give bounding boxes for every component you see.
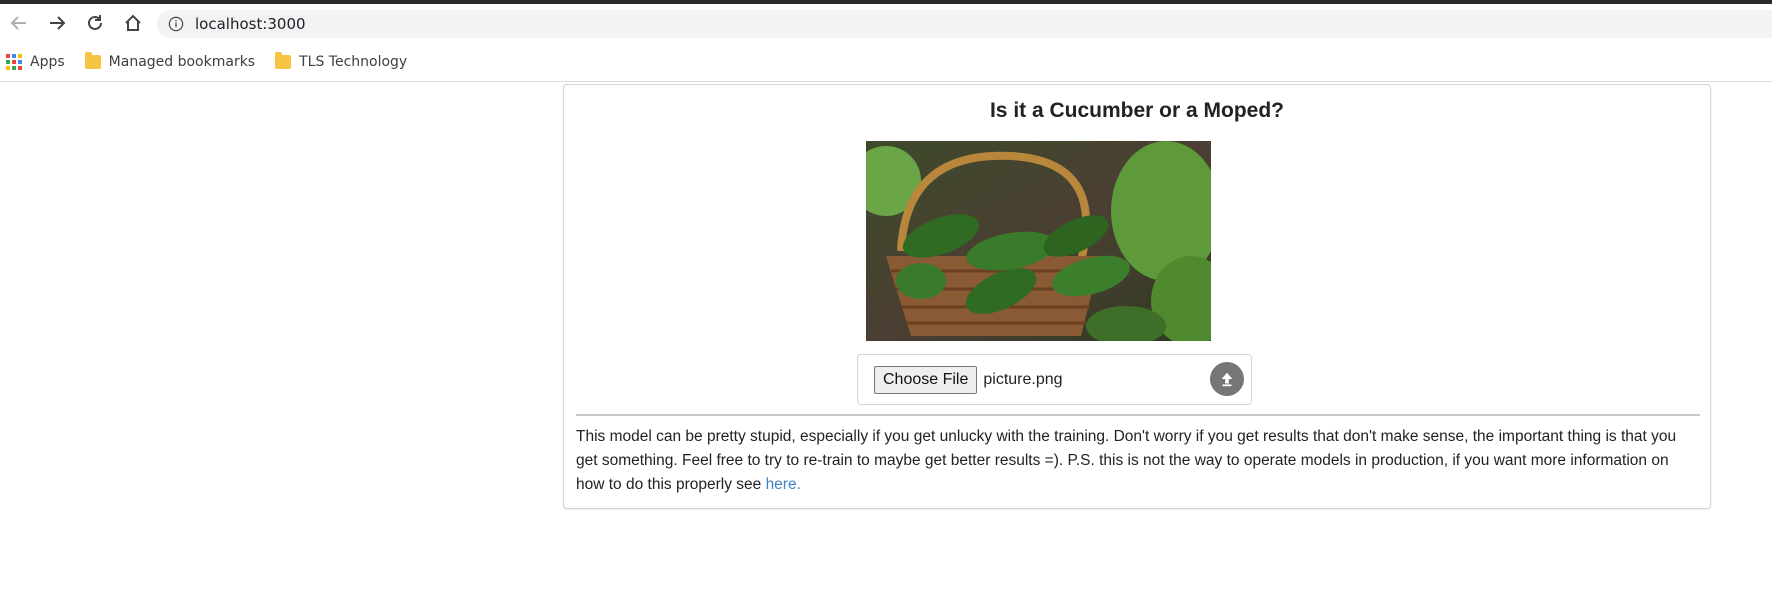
apps-grid-icon	[6, 53, 22, 70]
back-button[interactable]	[0, 4, 38, 42]
bookmark-tls-technology[interactable]: TLS Technology	[275, 51, 408, 70]
file-upload-box: Choose File picture.png	[857, 354, 1252, 405]
browser-toolbar: localhost:3000	[0, 4, 1772, 42]
page-title: Is it a Cucumber or a Moped?	[989, 99, 1285, 122]
cucumber-photo	[866, 141, 1211, 341]
upload-icon[interactable]	[1210, 362, 1244, 396]
forward-button[interactable]	[38, 4, 76, 42]
info-icon[interactable]	[167, 15, 185, 33]
managed-folder-icon	[84, 51, 101, 69]
section-divider	[576, 414, 1700, 416]
main-card: Is it a Cucumber or a Moped? Choose File…	[563, 84, 1711, 509]
bookmark-label: Apps	[30, 53, 65, 70]
more-info-link[interactable]: here.	[766, 476, 801, 493]
address-bar[interactable]: localhost:3000	[157, 10, 1772, 38]
address-url[interactable]: localhost:3000	[195, 15, 306, 33]
description-body: This model can be pretty stupid, especia…	[576, 428, 1677, 493]
reload-button[interactable]	[76, 4, 114, 42]
folder-icon	[275, 51, 292, 69]
bookmark-label: TLS Technology	[299, 53, 408, 70]
bookmark-managed[interactable]: Managed bookmarks	[84, 51, 256, 70]
arrow-right-icon	[50, 16, 66, 30]
bookmark-apps[interactable]: Apps	[6, 53, 65, 70]
photo-image	[866, 141, 1211, 341]
description-text: This model can be pretty stupid, especia…	[576, 425, 1700, 497]
home-button[interactable]	[114, 4, 152, 42]
bookmarks-bar: Apps Managed bookmarks TLS Technology	[0, 42, 1772, 82]
choose-file-button[interactable]: Choose File	[874, 365, 978, 394]
home-icon	[125, 14, 141, 31]
arrow-left-icon	[10, 16, 26, 30]
reload-icon	[88, 15, 102, 30]
selected-file-name: picture.png	[983, 370, 1063, 388]
bookmark-label: Managed bookmarks	[108, 53, 256, 70]
